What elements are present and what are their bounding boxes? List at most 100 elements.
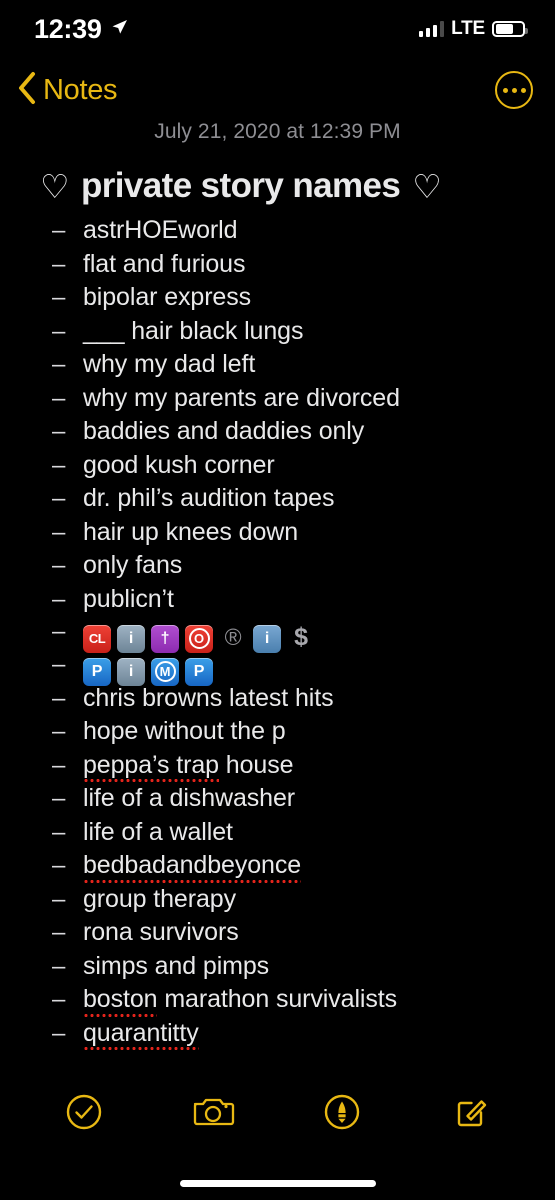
list-item[interactable]: – quarantitty bbox=[0, 1017, 555, 1051]
list-item-bullet: – bbox=[52, 785, 66, 812]
list-item[interactable]: – boston marathon survivalists bbox=[0, 983, 555, 1017]
list-item-bullet: – bbox=[52, 552, 66, 579]
list-item[interactable]: – why my parents are divorced bbox=[0, 382, 555, 416]
compose-button[interactable] bbox=[445, 1086, 497, 1138]
note-title-text: private story names bbox=[80, 166, 401, 205]
list-item-bullet: – bbox=[52, 317, 66, 345]
list-item-text: publicn’t bbox=[83, 584, 174, 613]
list-item-bullet: – bbox=[52, 751, 66, 779]
list-item-text: baddies and daddies only bbox=[83, 417, 365, 445]
list-item-bullet: – bbox=[52, 418, 66, 445]
list-item[interactable]: – ___ hair black lungs bbox=[0, 315, 555, 349]
list-item-bullet: – bbox=[52, 217, 66, 244]
registered-sign-emoji: ® bbox=[224, 624, 242, 651]
markup-pen-icon bbox=[324, 1094, 360, 1130]
cl-button-emoji: CL bbox=[83, 624, 111, 653]
list-item-text: good kush corner bbox=[83, 450, 275, 479]
location-arrow-icon bbox=[109, 17, 129, 42]
list-item[interactable]: – astrHOEworld bbox=[0, 214, 555, 248]
list-item[interactable]: – baddies and daddies only bbox=[0, 415, 555, 449]
list-item[interactable]: – only fans bbox=[0, 549, 555, 583]
list-item-text: life of a dishwasher bbox=[83, 784, 296, 812]
back-button-label: Notes bbox=[43, 73, 118, 106]
list-item-bullet: – bbox=[52, 852, 66, 879]
list-item[interactable]: – bedbadandbeyonce bbox=[0, 849, 555, 883]
list-item[interactable]: – group therapy bbox=[0, 883, 555, 917]
list-item[interactable]: – publicn’t bbox=[0, 583, 555, 617]
spellcheck-underlined-text: bedbadandbeyonce bbox=[83, 849, 301, 882]
list-item[interactable]: – hair up knees down bbox=[0, 516, 555, 550]
list-item-text: why my dad left bbox=[83, 350, 256, 378]
status-bar-right: LTE bbox=[418, 18, 528, 40]
notes-app-screen: 12:39 LTE Notes July 21, 2020 at 12:39 P… bbox=[0, 0, 555, 1200]
list-item-text: rona survivors bbox=[83, 918, 239, 946]
list-item-bullet: – bbox=[52, 885, 66, 913]
o-button-emoji: O bbox=[185, 624, 213, 653]
list-item-text: why my parents are divorced bbox=[83, 383, 400, 412]
cellular-bars-icon bbox=[418, 21, 445, 37]
list-item[interactable]: – Pi M P bbox=[0, 649, 555, 686]
list-item-emoji-text: CL i † O ® i $ bbox=[83, 621, 315, 653]
list-item-bullet: – bbox=[52, 485, 66, 512]
list-item[interactable]: – CL i † O ® i $ bbox=[0, 616, 555, 653]
list-item-text: bedbadandbeyonce bbox=[83, 849, 301, 882]
list-item[interactable]: – good kush corner bbox=[0, 449, 555, 483]
list-item-emoji-text: PiMP bbox=[83, 654, 213, 686]
list-item[interactable]: – flat and furious bbox=[0, 248, 555, 282]
list-item-text: hope without the p bbox=[83, 717, 286, 745]
note-bullet-list[interactable]: – astrHOEworld – flat and furious – bipolar e… bbox=[0, 210, 555, 1050]
more-options-icon[interactable] bbox=[495, 71, 533, 109]
list-item[interactable]: – life of a wallet bbox=[0, 816, 555, 850]
list-item-text: flat and furious bbox=[83, 249, 246, 278]
list-item[interactable]: – peppa’s trap house bbox=[0, 749, 555, 783]
list-item-text: chris browns latest hits bbox=[83, 683, 334, 712]
list-item[interactable]: – bipolar express bbox=[0, 281, 555, 315]
list-item-text: group therapy bbox=[83, 884, 236, 913]
list-item-text: simps and pimps bbox=[83, 951, 270, 980]
status-bar-left: 12:39 bbox=[34, 14, 129, 45]
list-item-bullet: – bbox=[52, 919, 66, 946]
note-title: ♡ private story names ♡ bbox=[0, 144, 555, 210]
list-item[interactable]: – hope without the p bbox=[0, 715, 555, 749]
navigation-bar: Notes bbox=[0, 64, 555, 116]
list-item[interactable]: – rona survivors bbox=[0, 916, 555, 950]
list-item-text: quarantitty bbox=[83, 1017, 199, 1050]
markup-button[interactable] bbox=[316, 1086, 368, 1138]
list-item-bullet: – bbox=[52, 585, 66, 613]
note-timestamp: July 21, 2020 at 12:39 PM bbox=[154, 120, 401, 143]
compose-pencil-icon bbox=[457, 1100, 486, 1127]
list-item-bullet: – bbox=[52, 986, 66, 1013]
list-item[interactable]: – dr. phil’s audition tapes bbox=[0, 482, 555, 516]
list-item[interactable]: – life of a dishwasher bbox=[0, 782, 555, 816]
list-item-text: astrHOEworld bbox=[83, 216, 238, 244]
list-item-bullet: – bbox=[52, 518, 66, 546]
list-item-text: only fans bbox=[83, 551, 183, 579]
list-item[interactable]: – simps and pimps bbox=[0, 950, 555, 984]
list-item-text: dr. phil’s audition tapes bbox=[83, 484, 335, 512]
camera-button[interactable] bbox=[187, 1086, 239, 1138]
list-item-bullet: – bbox=[52, 384, 66, 412]
back-to-notes-button[interactable]: Notes bbox=[16, 71, 118, 110]
spellcheck-underlined-text: quarantitty bbox=[83, 1017, 199, 1050]
list-item-bullet: – bbox=[52, 1019, 66, 1047]
list-item-text: boston marathon survivalists bbox=[83, 983, 397, 1016]
circled-check-icon bbox=[67, 1094, 102, 1130]
list-item-bullet: – bbox=[52, 952, 66, 980]
checklist-button[interactable] bbox=[58, 1086, 110, 1138]
note-content: July 21, 2020 at 12:39 PM ♡ private stor… bbox=[0, 116, 555, 1050]
status-bar-clock: 12:39 bbox=[34, 13, 102, 44]
spellcheck-underlined-text: peppa’s trap bbox=[83, 749, 219, 782]
latin-cross-emoji: † bbox=[151, 624, 179, 653]
list-item-bullet: – bbox=[52, 818, 66, 846]
note-toolbar bbox=[0, 1080, 555, 1144]
list-item-text: hair up knees down bbox=[83, 517, 299, 546]
status-bar: 12:39 LTE bbox=[0, 0, 555, 58]
list-item-bullet: – bbox=[52, 451, 66, 479]
list-item[interactable]: – chris browns latest hits bbox=[0, 682, 555, 716]
home-indicator bbox=[179, 1180, 376, 1187]
list-item-bullet: – bbox=[52, 284, 66, 311]
information-emoji: i bbox=[253, 624, 281, 653]
list-item-bullet: – bbox=[52, 684, 66, 712]
chevron-left-icon bbox=[16, 71, 38, 110]
list-item[interactable]: – why my dad left bbox=[0, 348, 555, 382]
